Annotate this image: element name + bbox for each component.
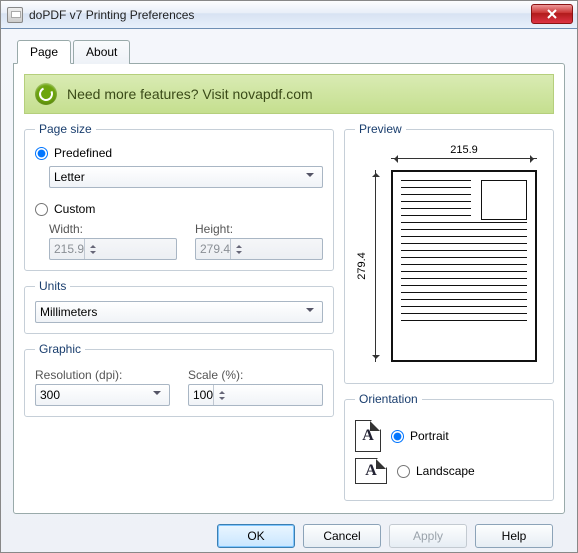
chevron-down-icon[interactable] — [219, 395, 225, 404]
predefined-radio[interactable] — [35, 147, 48, 160]
ok-button[interactable]: OK — [217, 524, 295, 548]
width-label: Width: — [49, 222, 177, 236]
page-size-group: Page size Predefined Letter Custom — [24, 122, 334, 271]
page-preset-combo[interactable]: Letter — [49, 166, 323, 188]
chevron-down-icon — [302, 302, 318, 322]
preview-height-arrow — [375, 170, 376, 362]
tab-about-label: About — [86, 45, 117, 59]
close-button[interactable] — [531, 4, 573, 24]
resolution-combo[interactable]: 300 — [35, 384, 170, 406]
app-icon — [7, 7, 23, 23]
tab-page[interactable]: Page — [17, 40, 71, 64]
preview-group: Preview 215.9 279.4 — [344, 122, 554, 384]
apply-button: Apply — [389, 524, 467, 548]
preview-legend: Preview — [355, 122, 406, 136]
custom-label: Custom — [54, 202, 95, 216]
preview-text-lines — [401, 180, 527, 352]
client-area: Page About Need more features? Visit nov… — [1, 29, 577, 552]
close-icon — [547, 9, 557, 19]
chevron-up-icon[interactable] — [219, 386, 225, 395]
custom-radio[interactable] — [35, 203, 48, 216]
cancel-button[interactable]: Cancel — [303, 524, 381, 548]
page-preset-value: Letter — [54, 170, 85, 184]
portrait-icon: A — [355, 420, 381, 452]
units-value: Millimeters — [40, 305, 97, 319]
tab-panel-page: Need more features? Visit novapdf.com Pa… — [13, 63, 565, 514]
tabstrip: Page About — [13, 39, 565, 63]
orientation-legend: Orientation — [355, 392, 422, 406]
predefined-label: Predefined — [54, 146, 112, 160]
height-label: Height: — [195, 222, 323, 236]
preview-canvas: 215.9 279.4 — [355, 144, 543, 364]
preview-width-arrow — [391, 158, 537, 159]
landscape-icon: A — [355, 458, 387, 484]
chevron-down-icon — [302, 167, 318, 187]
chevron-down-icon — [149, 385, 165, 405]
units-legend: Units — [35, 279, 70, 293]
height-value: 279.4 — [200, 242, 230, 256]
titlebar[interactable]: doPDF v7 Printing Preferences — [1, 1, 577, 29]
chevron-up-icon — [90, 240, 96, 249]
promo-text: Need more features? Visit novapdf.com — [67, 86, 313, 102]
promo-banner[interactable]: Need more features? Visit novapdf.com — [24, 74, 554, 114]
width-value: 215.9 — [54, 242, 84, 256]
button-row: OK Cancel Apply Help — [13, 514, 565, 552]
help-button[interactable]: Help — [475, 524, 553, 548]
novapdf-icon — [35, 83, 57, 105]
preview-page-icon — [391, 170, 537, 362]
landscape-label: Landscape — [416, 464, 475, 478]
tab-about[interactable]: About — [73, 40, 130, 64]
preview-width-label: 215.9 — [391, 144, 537, 156]
graphic-legend: Graphic — [35, 342, 85, 356]
portrait-label: Portrait — [410, 429, 449, 443]
resolution-label: Resolution (dpi): — [35, 368, 170, 382]
scale-value: 100 — [193, 388, 213, 402]
tab-page-label: Page — [30, 45, 58, 59]
height-spin: 279.4 — [195, 238, 323, 260]
printing-preferences-dialog: doPDF v7 Printing Preferences Page About… — [0, 0, 578, 553]
orientation-group: Orientation A Portrait A Landscape — [344, 392, 554, 501]
window-title: doPDF v7 Printing Preferences — [29, 8, 194, 22]
units-combo[interactable]: Millimeters — [35, 301, 323, 323]
units-group: Units Millimeters — [24, 279, 334, 334]
page-size-legend: Page size — [35, 122, 96, 136]
scale-spin[interactable]: 100 — [188, 384, 323, 406]
chevron-up-icon — [236, 240, 242, 249]
portrait-radio[interactable] — [391, 430, 404, 443]
chevron-down-icon — [236, 249, 242, 258]
scale-label: Scale (%): — [188, 368, 323, 382]
chevron-down-icon — [90, 249, 96, 258]
graphic-group: Graphic Resolution (dpi): 300 Scale (%) — [24, 342, 334, 417]
landscape-radio[interactable] — [397, 465, 410, 478]
preview-height-label: 279.4 — [355, 170, 369, 362]
width-spin: 215.9 — [49, 238, 177, 260]
resolution-value: 300 — [40, 388, 60, 402]
